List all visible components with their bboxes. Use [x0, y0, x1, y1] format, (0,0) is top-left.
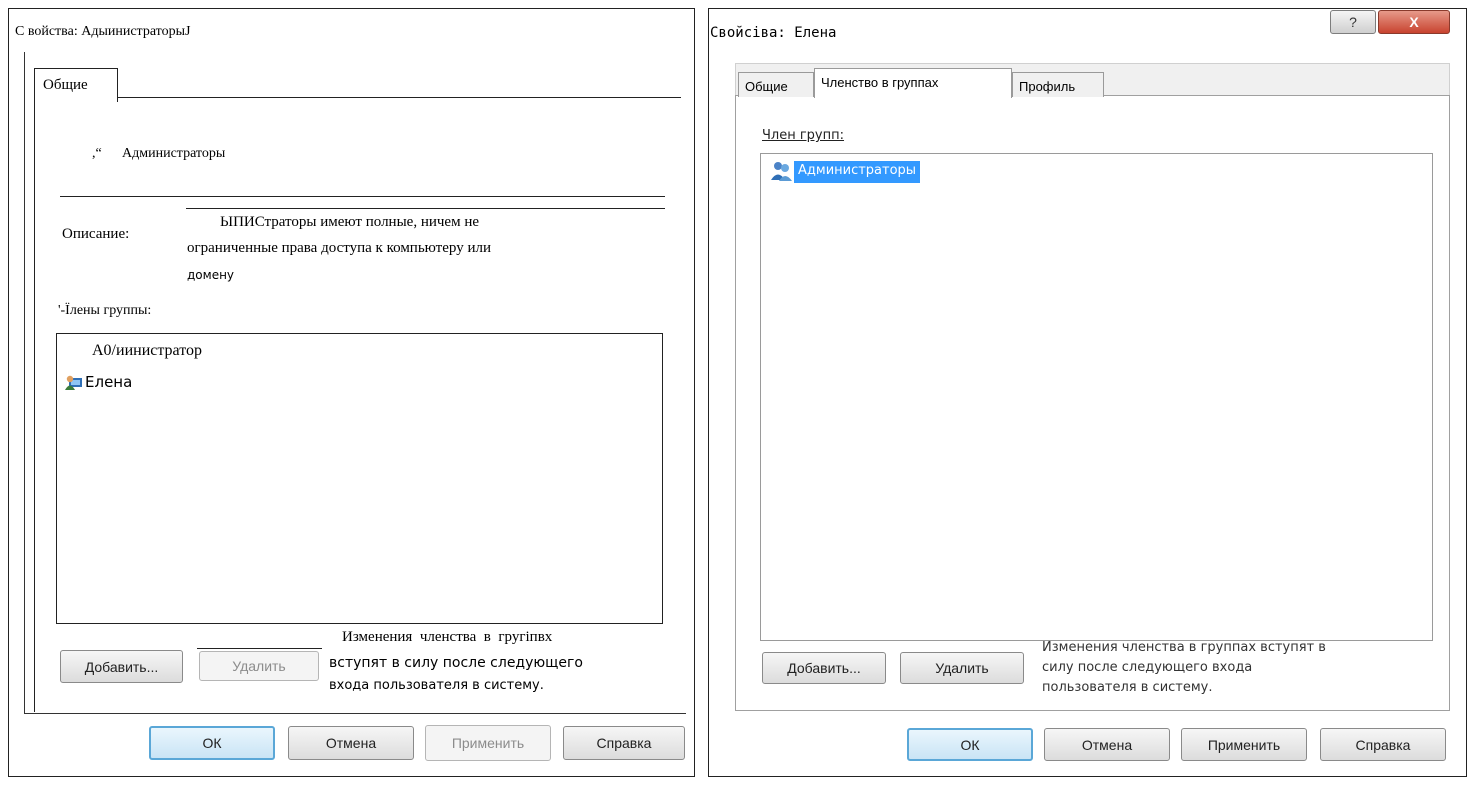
cancel-button-label: Отмена — [325, 735, 377, 751]
left-dialog-title: С войства: АдыинистраторыJ — [15, 24, 191, 39]
note-line-1: Изменения членства в группах вступят в — [1042, 640, 1326, 655]
ok-button[interactable]: ОК — [907, 728, 1033, 761]
note-line-3: пользователя в систему. — [1042, 680, 1213, 695]
tab-general[interactable]: Общие — [738, 72, 814, 97]
remove-button-label: Удалить — [232, 658, 286, 674]
tab-membership[interactable]: Членство в группах — [814, 68, 1012, 98]
list-item[interactable]: Елена — [85, 373, 132, 391]
close-icon[interactable]: X — [1378, 10, 1450, 34]
note-line-1: Изменения членства в гругiпвх — [342, 629, 553, 645]
panel-left-border — [34, 102, 35, 712]
groups-list[interactable] — [760, 153, 1433, 641]
user-icon — [64, 372, 84, 392]
note-line-2: силу после следующего входа — [1042, 660, 1253, 675]
description-top-line — [186, 208, 665, 209]
members-list[interactable] — [56, 333, 663, 624]
help-icon-glyph: ? — [1349, 14, 1357, 30]
ok-button-label: ОК — [960, 736, 980, 753]
tab-general[interactable]: Общие — [34, 68, 118, 102]
ok-button[interactable]: ОК — [149, 726, 275, 760]
apply-button-label: Применить — [1207, 736, 1281, 753]
apply-button[interactable]: Применить — [1181, 728, 1307, 761]
add-button-label: Добавить... — [84, 658, 159, 675]
help-icon[interactable]: ? — [1330, 10, 1376, 34]
tab-profile-label: Профиль — [1019, 79, 1076, 94]
cancel-button[interactable]: Отмена — [1044, 728, 1170, 761]
help-button-label: Справка — [1355, 736, 1411, 753]
apply-button-label: Применить — [451, 735, 525, 751]
tab-general-label: Общие — [745, 79, 788, 94]
right-dialog-title: Свойсiва: Елена — [710, 25, 837, 41]
group-icon — [770, 160, 794, 182]
remove-button[interactable]: Удалить — [199, 651, 319, 681]
close-icon-glyph: X — [1409, 14, 1419, 30]
ok-button-label: ОК — [202, 735, 222, 751]
list-item[interactable]: Администраторы — [794, 161, 921, 183]
remove-button-label: Удалить — [935, 660, 989, 676]
description-line-2: ограниченные права доступа к компьютеру … — [187, 240, 491, 256]
remove-button[interactable]: Удалить — [900, 652, 1024, 684]
add-button[interactable]: Добавить... — [60, 650, 183, 683]
add-button-label: Добавить... — [787, 660, 861, 676]
tab-header-line — [118, 97, 681, 98]
help-button[interactable]: Справка — [563, 726, 685, 760]
tab-general-label: Общие — [43, 77, 88, 93]
note-line-3: входа пользователя в систему. — [329, 678, 544, 693]
help-button[interactable]: Справка — [1320, 728, 1446, 761]
cancel-button[interactable]: Отмена — [288, 726, 414, 760]
add-button[interactable]: Добавить... — [762, 652, 886, 684]
group-icon-placeholder: ,“ — [92, 146, 102, 161]
cancel-button-label: Отмена — [1081, 736, 1133, 753]
help-button-label: Справка — [596, 735, 652, 751]
tab-membership-label: Членство в группах — [821, 75, 939, 90]
separator — [60, 196, 665, 197]
description-label: Описание: — [62, 226, 130, 242]
member-of-label: Член групп: — [762, 128, 845, 143]
remove-button-top-line — [197, 648, 322, 649]
tab-profile[interactable]: Профиль — [1012, 72, 1104, 97]
apply-button[interactable]: Применить — [425, 725, 551, 761]
list-item[interactable]: А0/иинистратор — [92, 342, 202, 360]
group-name: Администраторы — [122, 146, 226, 161]
members-label: '-Ïлены группы: — [58, 303, 152, 318]
description-line-1: ЫПИСтраторы имеют полные, ничем не — [220, 214, 479, 230]
description-line-3: домену — [187, 268, 235, 282]
note-line-2: вступят в силу после следующего — [329, 655, 583, 671]
